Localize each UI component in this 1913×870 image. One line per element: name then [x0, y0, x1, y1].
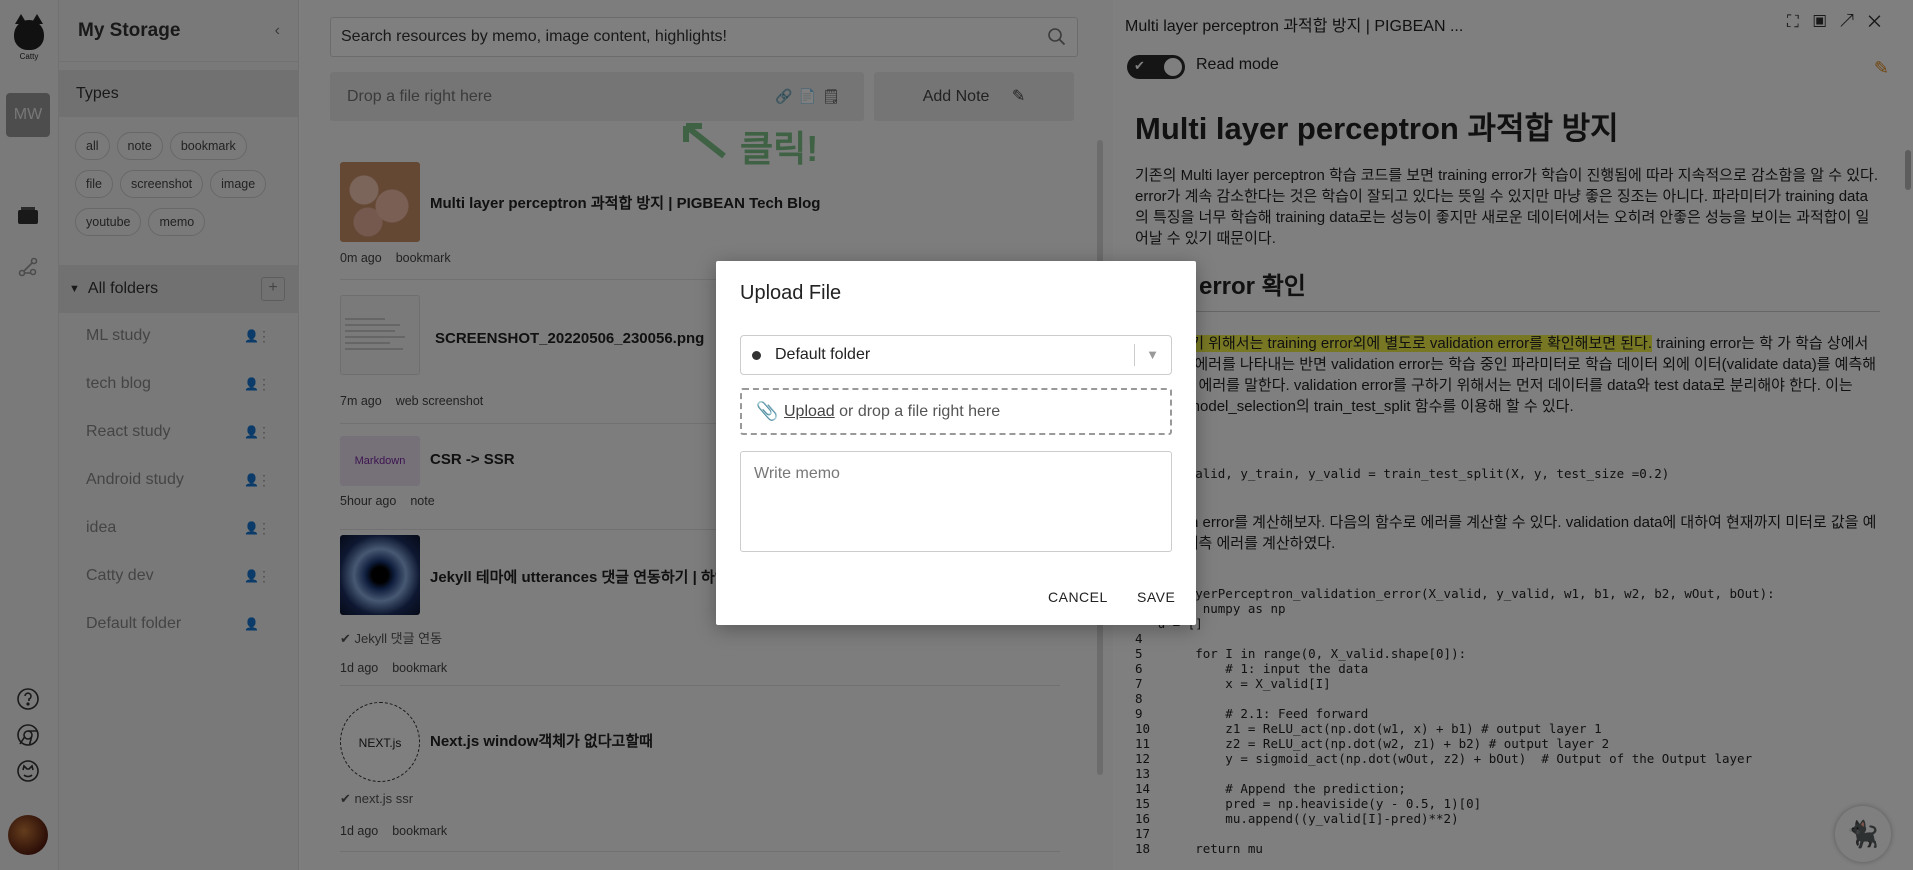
folder-select[interactable]: Default folder ▼ — [740, 335, 1172, 375]
save-button[interactable]: SAVE — [1137, 589, 1175, 605]
folder-dot-icon — [752, 351, 761, 360]
cancel-button[interactable]: CANCEL — [1048, 589, 1108, 605]
chevron-down-icon[interactable]: ▼ — [1146, 336, 1159, 374]
upload-file-dialog: Upload File Default folder ▼ 📎 Upload or… — [716, 261, 1196, 625]
upload-link[interactable]: Upload — [784, 403, 835, 420]
select-divider — [1134, 344, 1135, 366]
dialog-title: Upload File — [740, 282, 842, 304]
upload-hint: or drop a file right here — [834, 403, 1001, 420]
paperclip-icon: 📎 — [756, 401, 779, 421]
upload-drop-zone[interactable]: 📎 Upload or drop a file right here — [740, 388, 1172, 435]
memo-placeholder: Write memo — [754, 465, 840, 482]
memo-textarea[interactable]: Write memo — [740, 451, 1172, 552]
selected-folder: Default folder — [775, 346, 871, 363]
